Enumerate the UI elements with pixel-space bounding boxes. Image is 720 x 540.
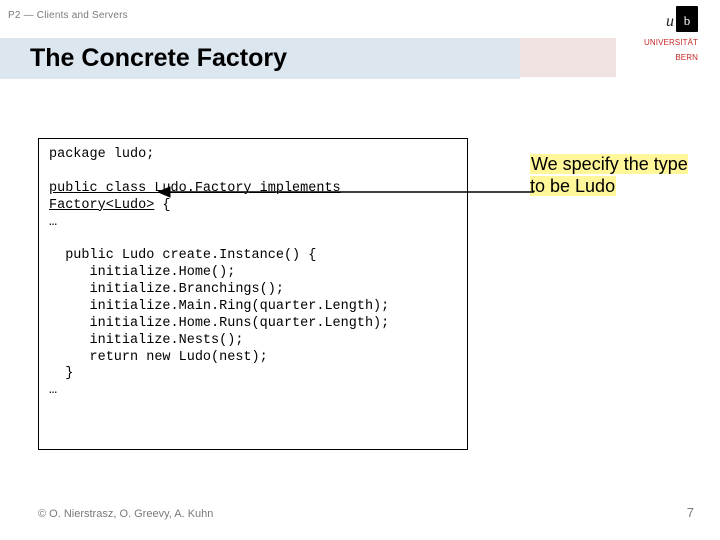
- arrow-icon: [158, 186, 538, 206]
- footer-copyright: © O. Nierstrasz, O. Greevy, A. Kuhn: [38, 508, 213, 520]
- code-line-4: …: [49, 215, 57, 230]
- topbar: P2 — Clients and Servers u b UNIVERSITÄT…: [0, 0, 720, 38]
- logo-unibe: u b UNIVERSITÄT BERN: [620, 2, 698, 62]
- code-line-9: initialize.Main.Ring(quarter.Length);: [49, 299, 389, 314]
- code-line-8: initialize.Branchings();: [49, 282, 284, 297]
- breadcrumb: P2 — Clients and Servers: [8, 10, 128, 21]
- code-line-12: return new Ludo(nest);: [49, 350, 268, 365]
- logo-text-line1: UNIVERSITÄT: [620, 38, 698, 47]
- annotation-text: We specify the type to be Ludo: [530, 154, 688, 196]
- code-line-6: public Ludo create.Instance() {: [49, 248, 316, 263]
- code-line-1: package ludo;: [49, 147, 154, 162]
- code-line-10: initialize.Home.Runs(quarter.Length);: [49, 316, 389, 331]
- title-band-tail: [520, 38, 616, 77]
- code-line-3b: Factory: [49, 198, 106, 213]
- logo-box: b: [676, 6, 698, 32]
- code-line-7: initialize.Home();: [49, 265, 235, 280]
- title-band: The Concrete Factory: [0, 38, 520, 79]
- code-box: package ludo; public class Ludo.Factory …: [38, 138, 468, 450]
- page-title: The Concrete Factory: [30, 44, 520, 73]
- logo-mark: u b: [620, 2, 698, 32]
- code-line-13: }: [49, 366, 73, 381]
- code-type-param: <Ludo>: [106, 198, 155, 213]
- page-number: 7: [687, 505, 694, 520]
- logo-text-line2: BERN: [620, 53, 698, 62]
- annotation-callout: We specify the type to be Ludo: [530, 154, 702, 197]
- logo-letter-b: b: [684, 11, 691, 32]
- logo-letter-u: u: [666, 14, 674, 30]
- code-line-14: …: [49, 383, 57, 398]
- slide: P2 — Clients and Servers u b UNIVERSITÄT…: [0, 0, 720, 540]
- code-line-11: initialize.Nests();: [49, 333, 243, 348]
